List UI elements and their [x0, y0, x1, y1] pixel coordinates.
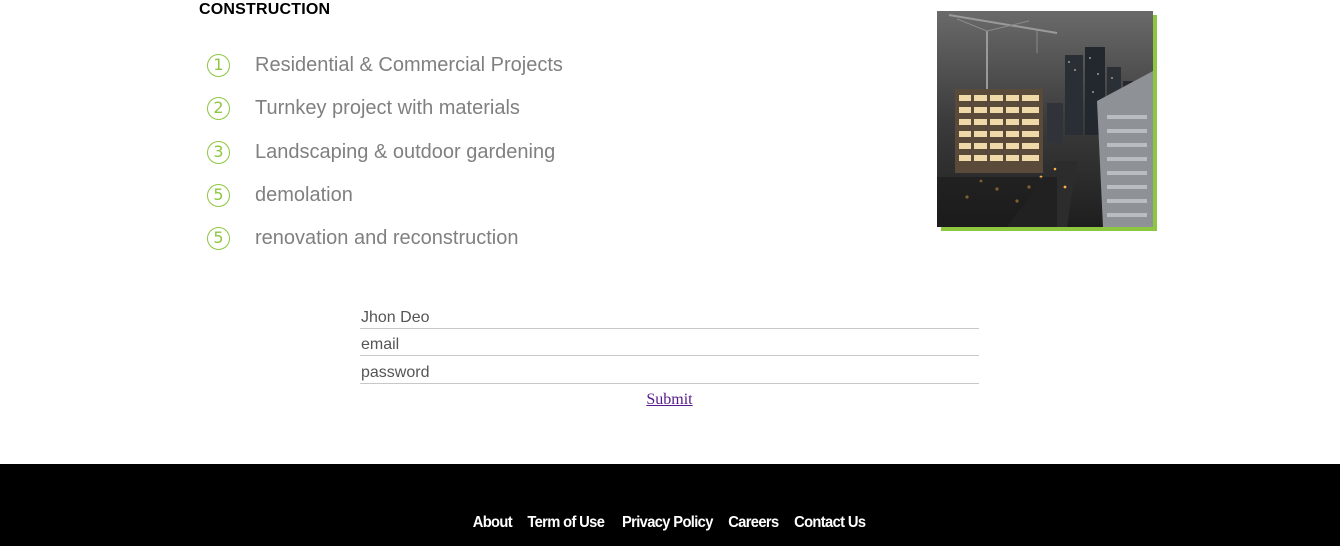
footer-link-privacy[interactable]: Privacy Policy [622, 514, 713, 532]
footer-link-contact[interactable]: Contact Us [794, 514, 866, 532]
services-list: 1 Residential & Commercial Projects 2 Tu… [207, 44, 563, 260]
list-item: 1 Residential & Commercial Projects [207, 44, 563, 87]
list-item: 3 Landscaping & outdoor gardening [207, 131, 563, 174]
service-label: demolation [255, 184, 353, 207]
number-badge: 3 [207, 140, 230, 164]
service-label: renovation and reconstruction [255, 227, 519, 250]
construction-photo [937, 11, 1157, 231]
list-item: 5 renovation and reconstruction [207, 217, 563, 260]
list-item: 2 Turnkey project with materials [207, 87, 563, 130]
service-label: Residential & Commercial Projects [255, 54, 563, 77]
photo-image [937, 11, 1153, 227]
city-construction-illustration [937, 11, 1153, 227]
service-label: Landscaping & outdoor gardening [255, 140, 556, 163]
section-title: CONSTRUCTION [199, 1, 331, 18]
signup-form: Submit [360, 307, 979, 409]
footer-link-terms[interactable]: Term of Use [527, 514, 605, 532]
password-input[interactable] [360, 362, 979, 384]
number-badge: 1 [207, 54, 230, 78]
footer-link-careers[interactable]: Careers [729, 514, 780, 532]
footer: About Term of Use Privacy Policy Careers… [0, 464, 1340, 546]
name-input[interactable] [360, 307, 979, 329]
email-input[interactable] [360, 334, 979, 356]
number-badge: 2 [207, 97, 230, 121]
number-badge: 5 [207, 227, 230, 251]
footer-nav: About Term of Use Privacy Policy Careers… [0, 514, 1340, 532]
page: CONSTRUCTION 1 Residential & Commercial … [0, 0, 1340, 546]
list-item: 5 demolation [207, 174, 563, 217]
service-label: Turnkey project with materials [255, 97, 520, 120]
footer-link-about[interactable]: About [473, 514, 513, 532]
number-badge: 5 [207, 184, 230, 208]
submit-button[interactable]: Submit [646, 391, 692, 409]
